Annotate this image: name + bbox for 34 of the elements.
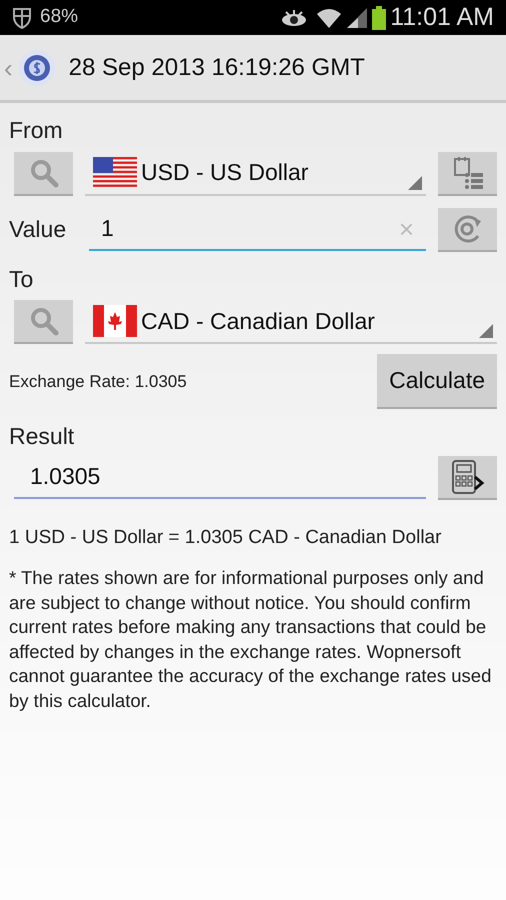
calculator-button[interactable] (438, 456, 497, 500)
from-label: From (9, 116, 64, 145)
conversion-summary: 1 USD - US Dollar = 1.0305 CAD - Canadian Dollar (9, 526, 442, 550)
value-text: 1 (101, 214, 115, 244)
clock: 11:01 AM (390, 2, 494, 33)
eye-icon (280, 8, 308, 28)
value-label: Value (9, 215, 68, 244)
dropdown-corner-icon (408, 176, 422, 190)
flag-icon (93, 156, 137, 188)
to-label: To (9, 264, 34, 294)
search-button[interactable] (14, 300, 73, 344)
result-text: 1.0305 (30, 462, 100, 492)
currency-name: CAD - Canadian Dollar (141, 306, 375, 336)
list-button[interactable] (438, 152, 497, 196)
search-button[interactable] (14, 152, 73, 196)
app-icon (16, 48, 57, 88)
shield-icon (12, 6, 32, 28)
disclaimer: * The rates shown are for informational purposes only and are subject to change without notice. You should confirm current rates before making any transactions that could be affected by changes in the exchange rates. Wopnersoft cannot guarantee the accuracy of the exchange rates used by this calculator. (9, 566, 492, 713)
refresh-button[interactable] (438, 208, 497, 252)
currency-dropdown[interactable]: CAD - Canadian Dollar (85, 300, 497, 344)
result-field[interactable]: 1.0305 (14, 456, 426, 498)
value-field[interactable]: 1 × (89, 208, 426, 250)
exchange-rate: Exchange Rate: 1.0305 (9, 370, 187, 393)
flag-icon (93, 305, 137, 337)
calculate-button[interactable]: Calculate (377, 354, 497, 409)
result-label: Result (9, 422, 76, 451)
currency-name: USD - US Dollar (141, 158, 308, 188)
battery-percent: 68% (40, 5, 78, 30)
signal-icon (346, 6, 368, 28)
window-title: 28 Sep 2013 16:19:26 GMT (68, 52, 365, 82)
wifi-icon (316, 6, 342, 28)
battery-icon (372, 6, 386, 30)
dropdown-corner-icon (479, 324, 493, 338)
currency-dropdown[interactable]: USD - US Dollar (85, 152, 426, 196)
